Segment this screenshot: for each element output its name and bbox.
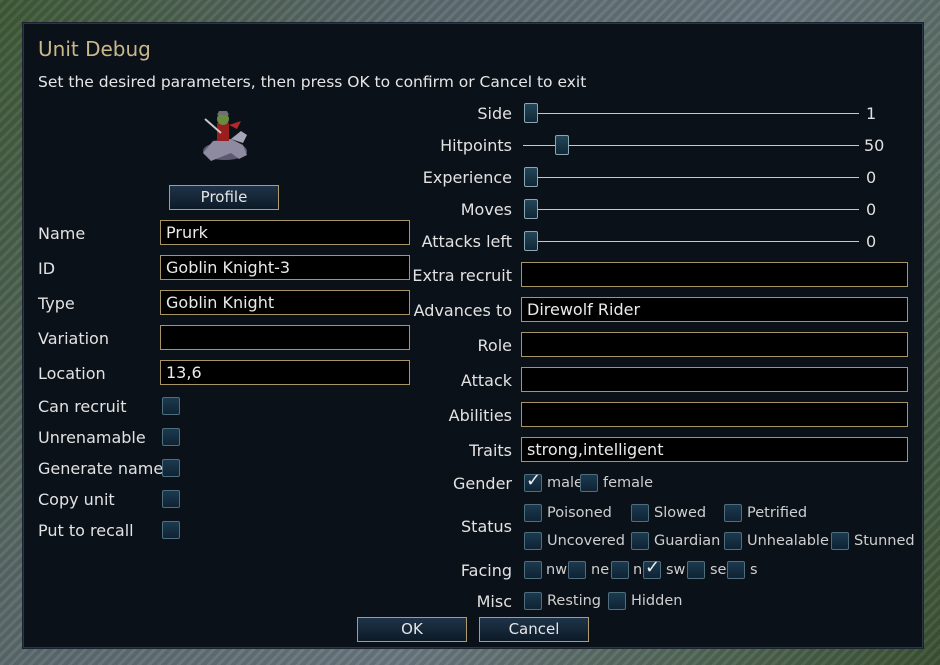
hitpoints-slider-track[interactable] (523, 145, 859, 146)
side-label: Side (477, 104, 512, 123)
unrenamable-checkbox[interactable] (162, 428, 180, 446)
facing-sw-label: sw (666, 562, 686, 578)
experience-slider-track[interactable] (528, 177, 859, 178)
facing-s-checkbox[interactable] (727, 561, 745, 579)
status-guardian-label: Guardian (654, 533, 721, 549)
misc-label: Misc (476, 592, 512, 611)
status-poisoned-label: Poisoned (547, 505, 612, 521)
advances-to-label: Advances to (413, 301, 512, 320)
facing-ne-checkbox[interactable] (568, 561, 586, 579)
attacks-left-label: Attacks left (421, 232, 512, 251)
status-petrified-checkbox[interactable] (724, 504, 742, 522)
moves-slider-track[interactable] (528, 209, 859, 210)
extra-recruit-input[interactable] (521, 262, 908, 287)
attacks-left-slider-track[interactable] (528, 241, 859, 242)
can-recruit-checkbox[interactable] (162, 397, 180, 415)
traits-input[interactable]: strong,intelligent (521, 437, 908, 462)
status-unhealable-checkbox[interactable] (724, 532, 742, 550)
extra-recruit-label: Extra recruit (412, 266, 512, 285)
role-label: Role (477, 336, 512, 355)
id-label: ID (38, 259, 56, 278)
cancel-button[interactable]: Cancel (479, 617, 589, 642)
copy-unit-label: Copy unit (38, 490, 115, 509)
put-to-recall-checkbox[interactable] (162, 521, 180, 539)
side-slider-handle[interactable] (524, 103, 538, 123)
hitpoints-value: 50 (864, 136, 885, 155)
facing-n-label: n (633, 562, 643, 578)
status-poisoned-checkbox[interactable] (524, 504, 542, 522)
can-recruit-label: Can recruit (38, 397, 127, 416)
status-stunned-label: Stunned (854, 533, 915, 549)
facing-n-checkbox[interactable] (611, 561, 629, 579)
copy-unit-checkbox[interactable] (162, 490, 180, 508)
moves-label: Moves (460, 200, 512, 219)
abilities-input[interactable] (521, 402, 908, 427)
put-to-recall-label: Put to recall (38, 521, 134, 540)
status-uncovered-checkbox[interactable] (524, 532, 542, 550)
unit-debug-dialog: Unit Debug Set the desired parameters, t… (22, 22, 924, 649)
goblin-knight-portrait-icon (203, 111, 247, 161)
status-label: Status (461, 517, 512, 536)
attack-input[interactable] (521, 367, 908, 392)
dialog-title: Unit Debug (38, 37, 151, 61)
status-slowed-checkbox[interactable] (631, 504, 649, 522)
side-value: 1 (866, 104, 877, 123)
misc-resting-label: Resting (547, 593, 602, 609)
generate-name-label: Generate name (38, 459, 164, 478)
facing-nw-checkbox[interactable] (524, 561, 542, 579)
traits-label: Traits (469, 441, 512, 460)
experience-slider-handle[interactable] (524, 167, 538, 187)
moves-value: 0 (866, 200, 877, 219)
attacks-left-value: 0 (866, 232, 877, 251)
attack-label: Attack (460, 371, 512, 390)
facing-s-label: s (750, 562, 758, 578)
ok-button[interactable]: OK (357, 617, 467, 642)
side-slider-track[interactable] (528, 113, 859, 114)
hitpoints-slider-handle[interactable] (555, 135, 569, 155)
status-uncovered-label: Uncovered (547, 533, 625, 549)
dialog-subtitle: Set the desired parameters, then press O… (38, 73, 587, 91)
moves-slider-handle[interactable] (524, 199, 538, 219)
misc-resting-checkbox[interactable] (524, 592, 542, 610)
experience-value: 0 (866, 168, 877, 187)
facing-sw-checkbox[interactable] (643, 557, 661, 579)
profile-button[interactable]: Profile (169, 185, 279, 210)
name-label: Name (38, 224, 86, 243)
gender-male-label: male (547, 475, 583, 491)
status-petrified-label: Petrified (747, 505, 808, 521)
role-input[interactable] (521, 332, 908, 357)
generate-name-checkbox[interactable] (162, 459, 180, 477)
status-stunned-checkbox[interactable] (831, 532, 849, 550)
variation-label: Variation (38, 329, 109, 348)
misc-hidden-label: Hidden (631, 593, 683, 609)
facing-nw-label: nw (546, 562, 568, 578)
facing-se-label: se (710, 562, 727, 578)
gender-label: Gender (453, 474, 512, 493)
type-label: Type (38, 294, 75, 313)
status-guardian-checkbox[interactable] (631, 532, 649, 550)
advances-to-input[interactable]: Direwolf Rider (521, 297, 908, 322)
status-unhealable-label: Unhealable (747, 533, 829, 549)
facing-ne-label: ne (591, 562, 610, 578)
misc-hidden-checkbox[interactable] (608, 592, 626, 610)
gender-male-checkbox[interactable] (524, 470, 542, 492)
location-label: Location (38, 364, 106, 383)
facing-se-checkbox[interactable] (687, 561, 705, 579)
status-slowed-label: Slowed (654, 505, 707, 521)
attacks-left-slider-handle[interactable] (524, 231, 538, 251)
hitpoints-label: Hitpoints (440, 136, 512, 155)
unrenamable-label: Unrenamable (38, 428, 146, 447)
facing-label: Facing (460, 561, 512, 580)
abilities-label: Abilities (448, 406, 512, 425)
experience-label: Experience (422, 168, 512, 187)
gender-female-label: female (603, 475, 653, 491)
gender-female-checkbox[interactable] (580, 474, 598, 492)
